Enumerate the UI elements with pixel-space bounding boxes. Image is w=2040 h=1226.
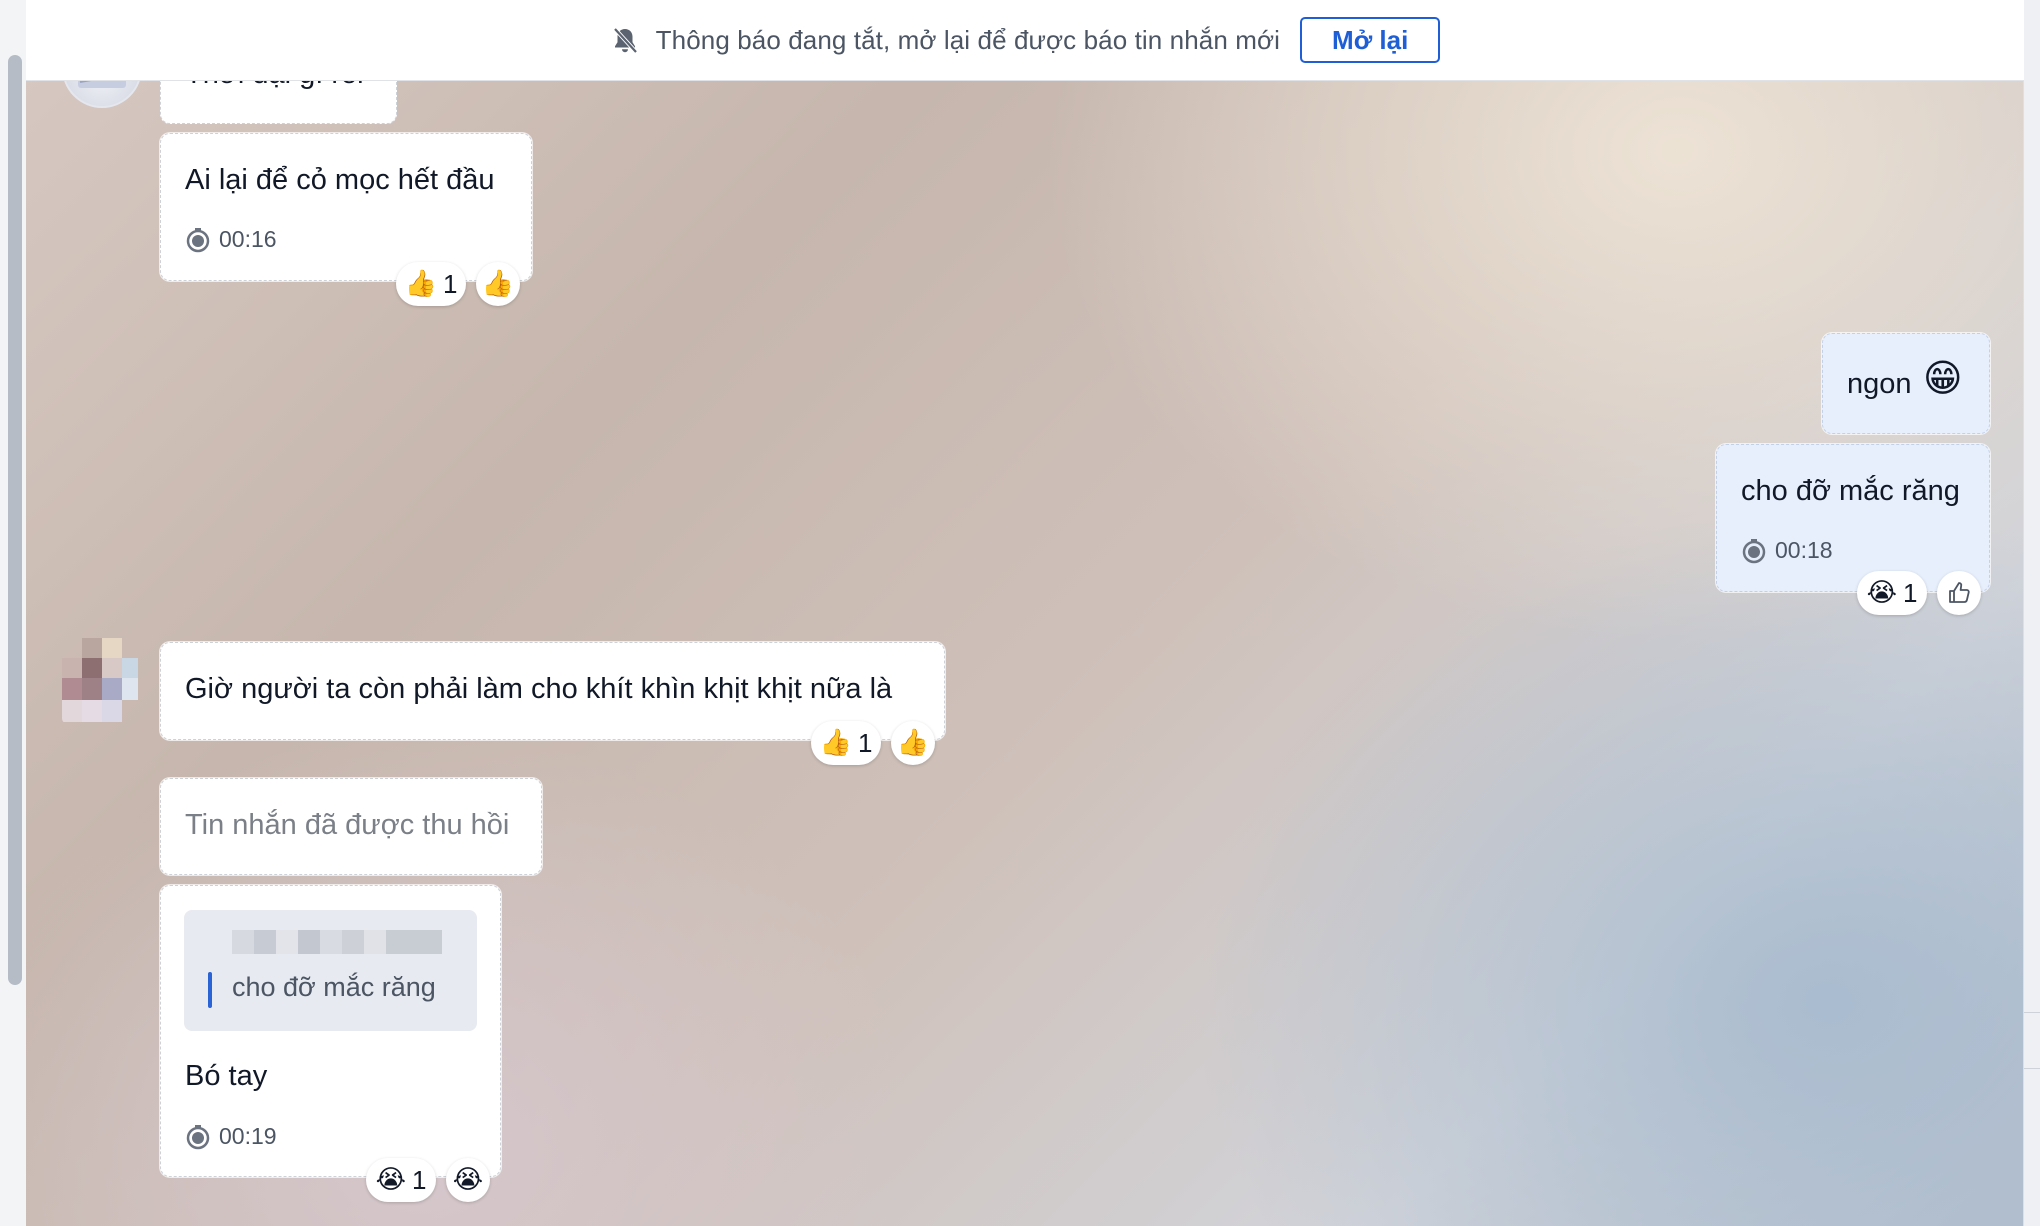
reaction-count: 1: [857, 727, 873, 758]
reaction-summary[interactable]: 😭 1: [1857, 571, 1927, 615]
recalled-message-text: Tin nhắn đã được thu hồi: [185, 809, 510, 841]
crying-face-icon: 😭: [375, 1165, 406, 1195]
timestamp-text: 00:19: [219, 1123, 277, 1149]
message-text: Ai lại để cỏ mọc hết đầu: [185, 164, 495, 196]
recalled-message-bubble[interactable]: Tin nhắn đã được thu hồi: [160, 778, 542, 875]
reopen-notifications-button[interactable]: Mở lại: [1300, 17, 1441, 63]
quick-reaction-button[interactable]: 👍: [476, 262, 520, 306]
quick-reaction-button[interactable]: 👍: [891, 721, 935, 765]
quoted-reply[interactable]: cho đỡ mắc răng: [184, 910, 477, 1031]
conversation-list-scrollbar[interactable]: [0, 0, 27, 1226]
notification-text: Thông báo đang tắt, mở lại để được báo t…: [655, 24, 1281, 55]
my-message-bubble[interactable]: ngon 😁: [1822, 333, 1990, 434]
timestamp-text: 00:18: [1775, 537, 1833, 563]
thumbs-up-icon: 👍: [819, 728, 852, 758]
notification-off-banner: Thông báo đang tắt, mở lại để được báo t…: [26, 0, 2024, 81]
timer-icon: [1742, 538, 1766, 563]
bell-off-icon: [613, 27, 638, 54]
scrollbar-thumb[interactable]: [8, 55, 22, 985]
like-button[interactable]: [1937, 571, 1981, 615]
reaction-count: 1: [411, 1164, 427, 1195]
right-panel-edge: [2023, 0, 2040, 1226]
reaction-count: 1: [442, 268, 458, 299]
like-outline-icon: [1949, 582, 1970, 603]
sender-avatar[interactable]: [62, 638, 138, 724]
my-message-bubble[interactable]: cho đỡ mắc răng 00:18: [1716, 444, 1990, 592]
thumbs-up-icon: 👍: [404, 269, 437, 299]
reaction-summary[interactable]: 👍 1: [396, 262, 466, 306]
crying-face-icon: 😭: [1866, 578, 1897, 608]
message-text: cho đỡ mắc răng: [1741, 475, 1960, 507]
message-text: Bó tay: [185, 1060, 268, 1092]
quoted-message-text: cho đỡ mắc răng: [232, 972, 436, 1002]
grinning-emoji-icon: 😁: [1923, 356, 1963, 400]
crying-face-icon: 😭: [452, 1165, 484, 1195]
timer-icon: [186, 227, 210, 252]
reaction-count: 1: [1902, 577, 1918, 608]
quoted-sender-name-blurred: [232, 930, 442, 954]
timestamp-text: 00:16: [219, 226, 277, 252]
message-text: ngon: [1847, 368, 1912, 400]
message-bubble[interactable]: Ai lại để cỏ mọc hết đầu 00:16: [160, 133, 532, 281]
message-text: Giờ người ta còn phải làm cho khít khìn …: [185, 673, 893, 705]
thumbs-up-icon: 👍: [481, 269, 515, 299]
message-timestamp: 00:19: [185, 1123, 277, 1150]
message-timestamp: 00:18: [1741, 537, 1833, 564]
reaction-summary[interactable]: 👍 1: [811, 721, 881, 765]
quick-reaction-button[interactable]: 😭: [446, 1158, 490, 1202]
message-timestamp: 00:16: [185, 226, 277, 253]
timer-icon: [186, 1124, 210, 1149]
thumbs-up-icon: 👍: [896, 728, 930, 758]
quote-accent-bar: [208, 972, 212, 1008]
reaction-summary[interactable]: 😭 1: [366, 1158, 436, 1202]
